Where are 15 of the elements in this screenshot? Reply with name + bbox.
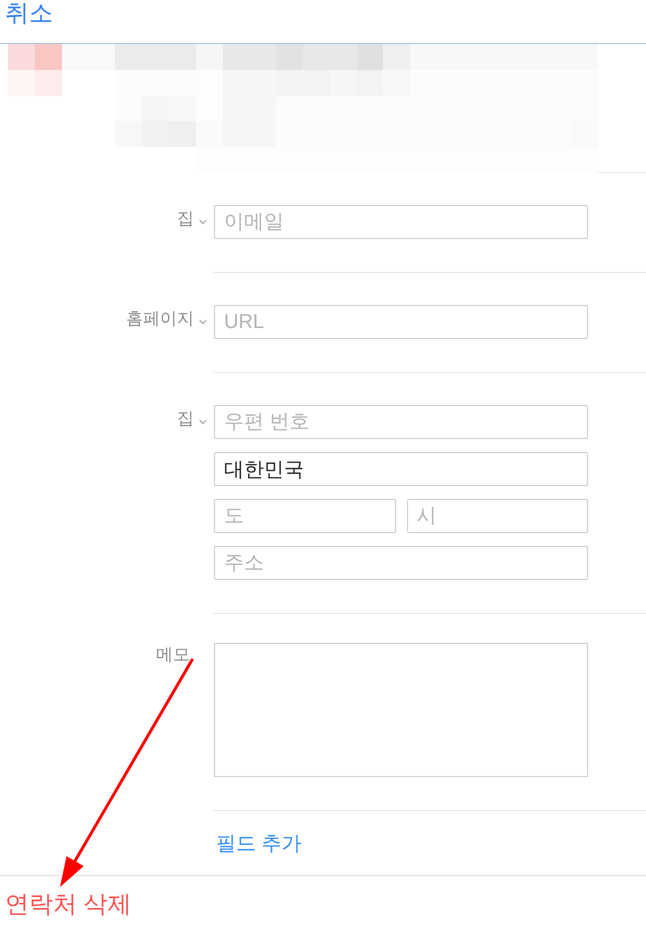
memo-label: 메모 — [156, 644, 190, 666]
field-type-label[interactable]: 집 — [177, 209, 194, 229]
input-field[interactable]: 우편 번호 — [214, 405, 588, 439]
country-field[interactable]: 대한민국 — [214, 452, 588, 486]
memo-textarea[interactable] — [214, 643, 588, 777]
field-type-label[interactable]: 홈페이지 — [126, 309, 194, 329]
input-field[interactable]: 이메일 — [214, 205, 588, 239]
delete-contact-button[interactable]: 연락처 삭제 — [5, 890, 132, 920]
input-field[interactable]: 시 — [406, 499, 588, 533]
add-field-link[interactable]: 필드 추가 — [216, 831, 302, 857]
input-field[interactable]: URL — [214, 305, 588, 339]
cancel-button[interactable]: 취소 — [5, 0, 53, 28]
field-type-label[interactable]: 집 — [177, 409, 194, 429]
input-field[interactable]: 도 — [214, 499, 396, 533]
input-field[interactable]: 주소 — [214, 546, 588, 580]
